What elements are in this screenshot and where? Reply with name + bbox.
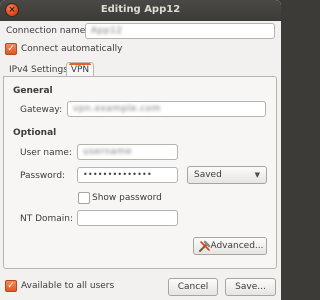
connection-name-field[interactable]: App12 [85, 23, 275, 39]
tools-icon [199, 240, 211, 252]
available-all-users-label: Available to all users [21, 281, 115, 291]
gateway-value: vpn.example.com [73, 104, 161, 114]
chevron-down-icon: ▼ [254, 171, 260, 179]
save-button[interactable]: Save... [225, 278, 276, 296]
connect-automatically-label: Connect automatically [21, 44, 123, 54]
show-password-label: Show password [92, 193, 162, 203]
nt-domain-field[interactable] [77, 210, 178, 226]
optional-heading: Optional [13, 128, 57, 138]
title-bar: × Editing App12 [0, 0, 281, 21]
username-label: User name: [20, 148, 72, 158]
available-all-users-checkbox[interactable]: ✓ [5, 280, 17, 292]
advanced-button[interactable]: Advanced... [193, 237, 267, 255]
cancel-button[interactable]: Cancel [168, 278, 218, 296]
show-password-checkbox[interactable] [78, 192, 90, 204]
connection-name-label: Connection name: [6, 26, 89, 36]
username-field[interactable]: username [77, 144, 178, 160]
window-title: Editing App12 [100, 4, 181, 15]
connection-name-value: App12 [91, 26, 123, 36]
nt-domain-label: NT Domain: [20, 214, 74, 224]
connect-automatically-checkbox[interactable]: ✓ [5, 43, 17, 55]
username-value: username [83, 147, 132, 157]
password-field[interactable]: •••••••••••••• [77, 167, 178, 183]
gateway-label: Gateway: [20, 105, 63, 115]
password-storage-dropdown[interactable]: Saved ▼ [187, 166, 267, 184]
general-heading: General [13, 86, 53, 96]
tab-ipv4-settings[interactable]: IPv4 Settings [9, 65, 68, 75]
password-storage-value: Saved [194, 170, 222, 180]
password-label: Password: [20, 171, 66, 181]
gateway-field[interactable]: vpn.example.com [67, 101, 266, 117]
tab-vpn[interactable]: VPN [66, 62, 94, 77]
dialog-window: × Editing App12 Connection name: App12 ✓… [0, 0, 281, 300]
advanced-label: Advanced... [210, 241, 264, 251]
